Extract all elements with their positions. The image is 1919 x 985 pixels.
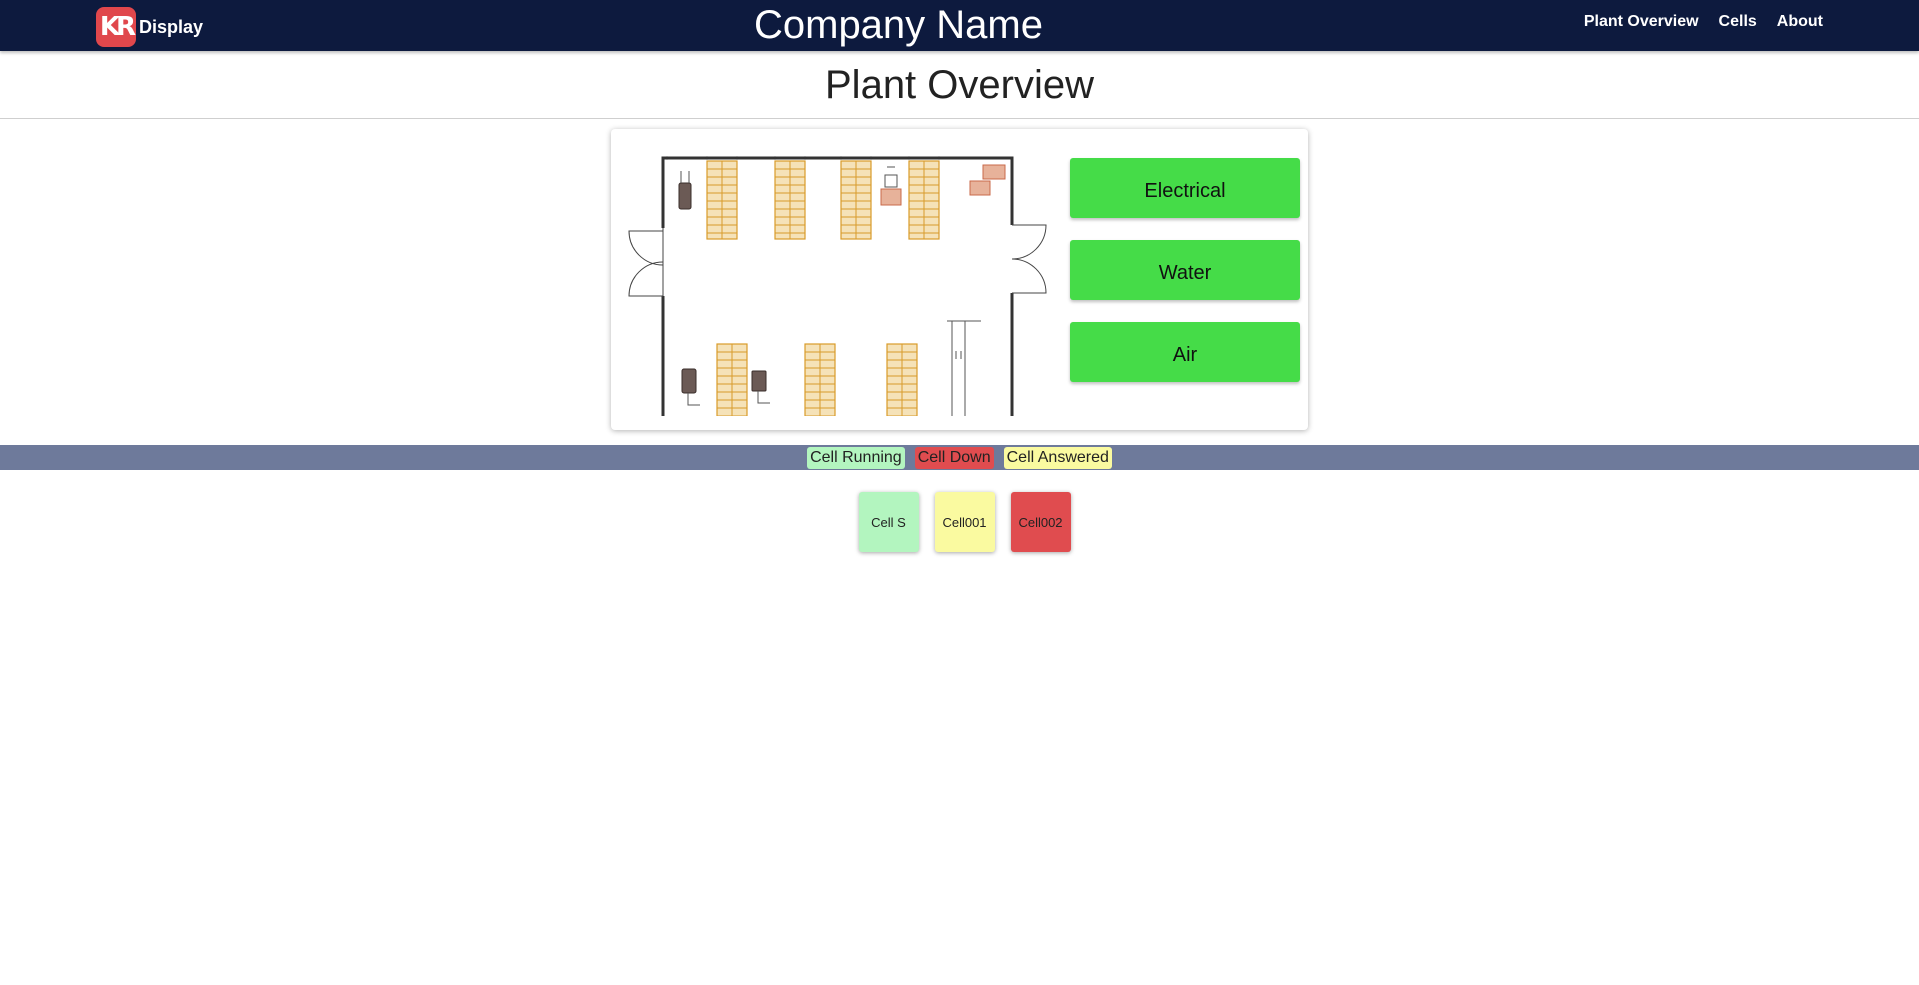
air-button[interactable]: Air <box>1070 322 1300 382</box>
legend-cell-down: Cell Down <box>914 446 994 469</box>
plant-overview-card: Electrical Water Air <box>611 129 1308 430</box>
electrical-button[interactable]: Electrical <box>1070 158 1300 218</box>
company-name: Company Name <box>753 3 1043 47</box>
nav-link-plant-overview[interactable]: Plant Overview <box>1584 13 1699 31</box>
nav-links: Plant Overview Cells About <box>1584 13 1823 31</box>
legend-cell-running: Cell Running <box>807 446 905 469</box>
nav-link-cells[interactable]: Cells <box>1719 13 1757 31</box>
cell-tile[interactable]: Cell S <box>858 492 919 552</box>
nav-link-about[interactable]: About <box>1777 13 1823 31</box>
brand-text: Display <box>139 16 204 37</box>
kr-logo-icon: KR <box>96 7 136 47</box>
water-button[interactable]: Water <box>1070 240 1300 300</box>
legend-cell-answered: Cell Answered <box>1003 446 1112 469</box>
top-navbar: KR Display Company Name Plant Overview C… <box>0 0 1919 51</box>
status-legend-bar: Cell Running Cell Down Cell Answered <box>0 445 1919 470</box>
page-title: Plant Overview <box>825 63 1094 107</box>
cell-tile[interactable]: Cell001 <box>934 492 995 552</box>
brand[interactable]: KR Display <box>96 7 204 47</box>
cell-tiles: Cell S Cell001 Cell002 <box>0 492 1919 552</box>
floor-plan-image <box>628 156 1047 416</box>
divider <box>0 118 1919 119</box>
cell-tile[interactable]: Cell002 <box>1010 492 1071 552</box>
